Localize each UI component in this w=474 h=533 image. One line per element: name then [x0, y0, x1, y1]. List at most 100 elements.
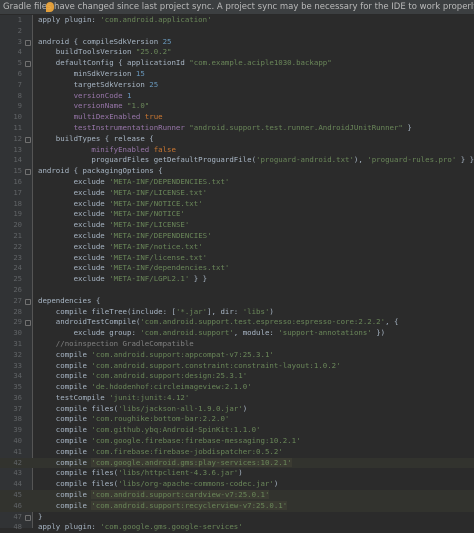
- code-text: versionName "1.0": [38, 101, 150, 112]
- code-line[interactable]: 16 exclude 'META-INF/DEPENDENCIES.txt': [0, 177, 474, 188]
- code-line[interactable]: 19 exclude 'META-INF/NOTICE': [0, 209, 474, 220]
- code-line[interactable]: 45 compile 'com.android.support:cardview…: [0, 490, 474, 501]
- code-line[interactable]: 15 android { packagingOptions {: [0, 166, 474, 177]
- code-line[interactable]: 14 proguardFiles getDefaultProguardFile(…: [0, 155, 474, 166]
- code-text: compile 'de.hdodenhof:circleimageview:2.…: [38, 382, 252, 393]
- code-token: 'META-INF/LGPL2.1': [109, 274, 190, 284]
- code-line[interactable]: 10 multiDexEnabled true: [0, 112, 474, 123]
- line-number: 15: [13, 166, 22, 176]
- code-line[interactable]: 26: [0, 285, 474, 296]
- code-token: exclude: [38, 241, 110, 251]
- code-line[interactable]: 28 compile fileTree(include: ['*.jar'], …: [0, 307, 474, 318]
- code-line[interactable]: 9 versionName "1.0": [0, 101, 474, 112]
- code-line[interactable]: 3 android { compileSdkVersion 25: [0, 37, 474, 48]
- code-token: 'META-INF/license.txt': [109, 252, 208, 262]
- fold-toggle-icon[interactable]: [25, 39, 31, 46]
- line-number: 43: [13, 468, 22, 478]
- code-token: exclude: [38, 176, 110, 186]
- code-token: compile: [38, 371, 92, 381]
- code-token: exclude: [38, 220, 110, 230]
- code-line[interactable]: 8 versionCode 1: [0, 91, 474, 102]
- code-line[interactable]: 44 compile files('libs/org-apache-common…: [0, 479, 474, 490]
- code-line[interactable]: 29 androidTestCompile('com.android.suppo…: [0, 317, 474, 328]
- line-number: 33: [13, 360, 22, 370]
- code-line[interactable]: 27 dependencies {: [0, 296, 474, 307]
- code-token: buildToolsVersion: [38, 47, 136, 57]
- fold-toggle-icon[interactable]: [25, 169, 31, 176]
- code-line[interactable]: 11 testInstrumentationRunner "android.su…: [0, 123, 474, 134]
- code-line[interactable]: 35 compile 'de.hdodenhof:circleimageview…: [0, 382, 474, 393]
- fold-toggle-icon[interactable]: [25, 320, 31, 327]
- code-text: compile fileTree(include: ['*.jar'], dir…: [38, 307, 274, 318]
- line-number: 24: [13, 263, 22, 273]
- code-token: 'com.google.android.gms:play-services:10…: [91, 457, 292, 467]
- code-token: "1.0": [127, 101, 150, 111]
- code-token: 'junit:junit:4.12': [109, 392, 190, 402]
- code-token: compile: [38, 349, 92, 359]
- code-text: exclude 'META-INF/license.txt': [38, 252, 208, 264]
- code-line[interactable]: 32 compile 'com.android.support:appcompa…: [0, 350, 474, 361]
- code-line[interactable]: 31 //noinspection GradleCompatible: [0, 339, 474, 350]
- code-line[interactable]: 25 exclude 'META-INF/LGPL2.1' } }: [0, 274, 474, 285]
- fold-toggle-icon[interactable]: [25, 298, 31, 305]
- line-number: 16: [13, 176, 22, 186]
- line-number: 8: [17, 90, 22, 100]
- code-token: compile: [38, 414, 92, 424]
- code-line[interactable]: 18 exclude 'META-INF/NOTICE.txt': [0, 199, 474, 210]
- code-line[interactable]: 17 exclude 'META-INF/LICENSE.txt': [0, 188, 474, 199]
- code-editor[interactable]: 1 apply plugin: 'com.android.application'…: [0, 15, 474, 531]
- code-line[interactable]: 36 testCompile 'junit:junit:4.12': [0, 393, 474, 404]
- code-line[interactable]: 43 compile files('libs/httpclient-4.3.6.…: [0, 468, 474, 479]
- code-line[interactable]: 12 buildTypes { release {: [0, 134, 474, 145]
- code-line[interactable]: 21 exclude 'META-INF/DEPENDENCIES': [0, 231, 474, 242]
- code-line[interactable]: 13 minifyEnabled false: [0, 145, 474, 156]
- code-token: 'META-INF/NOTICE': [109, 209, 185, 219]
- code-line[interactable]: 30 exclude group: 'com.android.support',…: [0, 328, 474, 339]
- code-token: compile: [38, 382, 92, 392]
- code-text: exclude 'META-INF/LGPL2.1' } }: [38, 274, 208, 285]
- code-text: buildTypes { release {: [38, 134, 154, 145]
- code-line[interactable]: 7 targetSdkVersion 25: [0, 80, 474, 91]
- code-text: compile 'com.google.android.gms:play-ser…: [38, 457, 292, 469]
- code-line[interactable]: 4 buildToolsVersion "25.0.2": [0, 47, 474, 58]
- code-line[interactable]: 47}: [0, 512, 474, 523]
- code-text: exclude 'META-INF/DEPENDENCIES.txt': [38, 176, 230, 188]
- code-token: buildTypes { release {: [38, 133, 154, 143]
- code-line[interactable]: 24 exclude 'META-INF/dependencies.txt': [0, 263, 474, 274]
- fold-toggle-icon[interactable]: [25, 514, 31, 521]
- code-line[interactable]: 22 exclude 'META-INF/notice.txt': [0, 242, 474, 253]
- code-line[interactable]: 41 compile 'com.firebase:firebase-jobdis…: [0, 447, 474, 458]
- code-token: versionName: [38, 101, 127, 111]
- line-number: 35: [13, 382, 22, 392]
- code-token: 1: [127, 90, 132, 100]
- code-token: false: [153, 144, 176, 154]
- code-token: minSdkVersion: [38, 68, 136, 78]
- code-token: compile files(: [38, 479, 119, 489]
- code-line[interactable]: 37 compile files('libs/jackson-all-1.9.0…: [0, 404, 474, 415]
- code-token: 'com.android.support.constraint:constrai…: [91, 360, 341, 370]
- code-text: compile 'com.android.support:cardview-v7…: [38, 490, 270, 501]
- fold-toggle-icon[interactable]: [25, 136, 31, 143]
- code-line[interactable]: 23 exclude 'META-INF/license.txt': [0, 253, 474, 264]
- code-line[interactable]: 34 compile 'com.android.support:design:2…: [0, 371, 474, 382]
- code-token: android { packagingOptions {: [38, 166, 163, 176]
- code-line[interactable]: 46 compile 'com.android.support:recycler…: [0, 500, 474, 512]
- code-line[interactable]: 20 exclude 'META-INF/LICENSE': [0, 220, 474, 231]
- code-text: testCompile 'junit:junit:4.12': [38, 392, 190, 404]
- code-text: multiDexEnabled true: [38, 112, 163, 123]
- code-line[interactable]: 33 compile 'com.android.support.constrai…: [0, 361, 474, 372]
- code-line[interactable]: 5 defaultConfig { applicationId "com.exa…: [0, 58, 474, 69]
- code-line[interactable]: 1 apply plugin: 'com.android.application': [0, 15, 474, 26]
- code-line[interactable]: 39 compile 'com.github.ybq:Android-SpinK…: [0, 425, 474, 436]
- code-line[interactable]: 6 minSdkVersion 15: [0, 69, 474, 80]
- code-token: 'META-INF/DEPENDENCIES': [109, 230, 212, 240]
- code-line[interactable]: 38 compile 'com.roughike:bottom-bar:2.2.…: [0, 414, 474, 425]
- fold-toggle-icon[interactable]: [25, 61, 31, 68]
- line-number: 23: [13, 252, 22, 262]
- code-line[interactable]: 40 compile 'com.google.firebase:firebase…: [0, 436, 474, 447]
- code-token: }: [38, 511, 43, 521]
- code-token: compile: [38, 360, 92, 370]
- code-line[interactable]: 42 compile 'com.google.android.gms:play-…: [0, 457, 474, 469]
- code-line[interactable]: 2: [0, 26, 474, 37]
- line-number: 45: [13, 490, 22, 500]
